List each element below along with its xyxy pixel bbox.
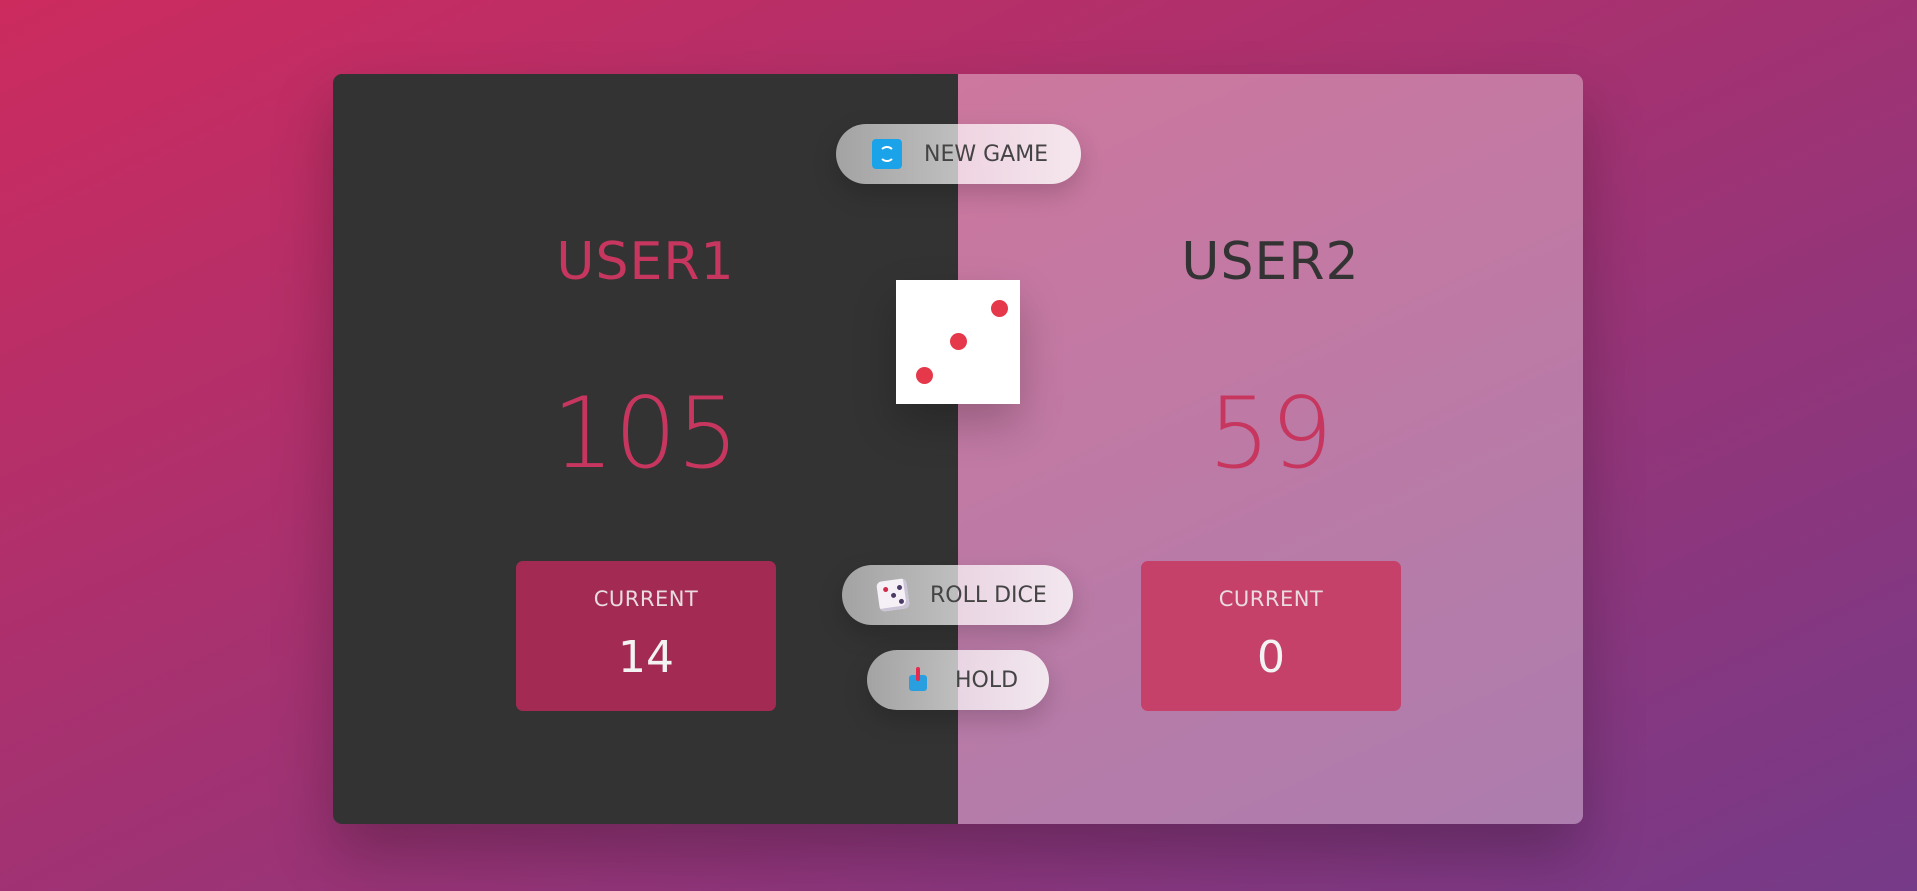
player-panel-1: USER1 105 CURRENT 14 <box>333 74 958 824</box>
new-game-button[interactable]: NEW GAME <box>836 124 1081 184</box>
dice-pip <box>950 333 967 350</box>
current-label: CURRENT <box>1218 587 1324 611</box>
player-name: USER2 <box>1181 232 1360 293</box>
dice <box>896 280 1020 404</box>
current-score-box: CURRENT 0 <box>1141 561 1401 711</box>
dice-icon <box>876 578 910 612</box>
player-total-score: 59 <box>1208 377 1333 491</box>
roll-dice-label: ROLL DICE <box>930 582 1047 608</box>
hold-label: HOLD <box>955 667 1019 693</box>
player-panel-2: USER2 59 CURRENT 0 <box>958 74 1583 824</box>
roll-dice-button[interactable]: ROLL DICE <box>842 565 1073 625</box>
game-board: USER1 105 CURRENT 14 USER2 59 CURRENT 0 <box>333 74 1583 824</box>
player-total-score: 105 <box>551 377 740 491</box>
current-score: 14 <box>618 632 674 683</box>
player-name: USER1 <box>556 232 735 293</box>
current-score: 0 <box>1257 632 1285 683</box>
hold-button[interactable]: HOLD <box>867 650 1049 710</box>
new-game-label: NEW GAME <box>924 141 1049 167</box>
dice-pip <box>916 367 933 384</box>
refresh-icon <box>872 139 902 169</box>
dice-pip <box>991 300 1008 317</box>
inbox-tray-icon <box>903 665 933 695</box>
current-score-box: CURRENT 14 <box>516 561 776 711</box>
current-label: CURRENT <box>593 587 699 611</box>
